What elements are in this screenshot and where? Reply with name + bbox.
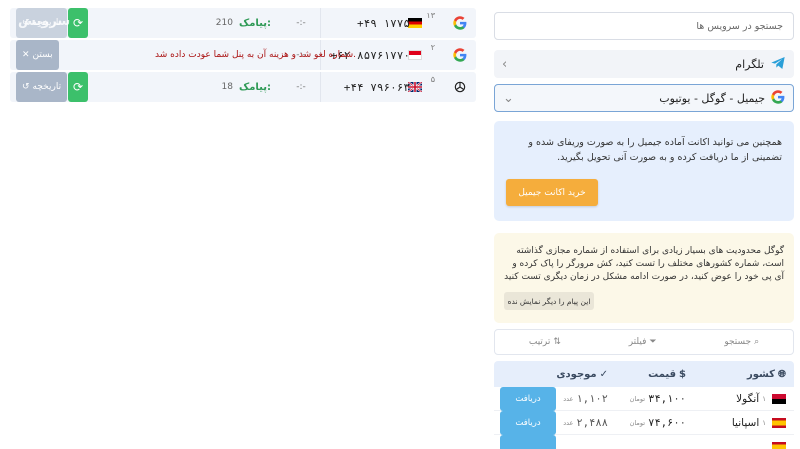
table-row: اسپانیا ۱ تومان ۷۴,۶۰۰ عدد ۲,۴۸۸ دریافت	[494, 411, 794, 435]
check-icon: ✓	[599, 368, 608, 380]
google-icon	[771, 89, 785, 107]
sms-code[interactable]: 210	[216, 18, 233, 28]
stock: عدد ۱,۱۰۲	[563, 393, 608, 405]
chevron-left-icon: ‹	[502, 56, 508, 72]
dollar-icon: $	[679, 368, 686, 380]
angola-flag-icon	[772, 387, 786, 411]
order-row: ۱۳ +۴۹ ۱۷۷۵ -:- 210 پیامک: ⟳ ↺ تاریخچه	[10, 8, 476, 38]
price: تومان ۳۴,۱۰۰	[629, 393, 686, 405]
price: تومان ۷۴,۶۰۰	[629, 417, 686, 429]
category-label: تلگرام	[735, 57, 764, 71]
cancel-notice: شماره لغو شد و هزینه آن به پنل شما عودت …	[155, 50, 356, 60]
table-row: آنگولا ۱ تومان ۳۴,۱۰۰ عدد ۱,۱۰۲ دریافت	[494, 387, 794, 411]
get-number-button[interactable]: دریافت	[500, 387, 556, 411]
filter-tool[interactable]: ⏷ فیلتر	[629, 337, 657, 347]
sort-tool[interactable]: ⇅ ترتیب	[529, 337, 561, 347]
history-button[interactable]: ↺ تاریخچه	[16, 72, 68, 102]
telegram-icon	[770, 55, 786, 74]
close-label: بستن	[32, 50, 53, 60]
germany-flag-icon	[408, 8, 436, 38]
get-number-button[interactable]	[500, 435, 556, 449]
spain-flag-icon	[772, 435, 786, 449]
column-country[interactable]: کشور 🌐︎	[747, 361, 786, 387]
promo-text: همچنین می توانید اکانت آماده جیمیل را به…	[528, 137, 782, 163]
table-header: کشور 🌐︎ قیمت $ موجودی ✓	[494, 361, 794, 387]
category-selector[interactable]: ‹ تلگرام	[494, 50, 794, 78]
refresh-button[interactable]: ⟳	[68, 72, 88, 102]
spain-flag-icon	[772, 411, 786, 435]
watermark: سرویس	[18, 14, 71, 29]
close-button[interactable]: ✕ بستن	[16, 40, 59, 70]
sms-label: پیامک:	[238, 81, 271, 93]
refresh-icon: ⟳	[72, 80, 84, 94]
dont-show-again-button[interactable]: این پیام را دیگر نمایش نده	[504, 292, 594, 310]
openai-icon	[452, 72, 468, 102]
sort-icon: ⇅	[553, 337, 561, 347]
get-number-button[interactable]: دریافت	[500, 411, 556, 435]
sms-status: 18 پیامک:	[121, 72, 271, 102]
refresh-icon: ⟳	[72, 16, 84, 30]
order-row: ۲ +۶۲ ۸۵۷۶۱۷۷۰ -:- شماره لغو شد و هزینه …	[10, 40, 476, 70]
order-row: ۵ +۴۴ ۷۹۶۰۶۳ -:- 18 پیامک: ⟳ ↺ تاریخچه	[10, 72, 476, 102]
orders-list: ۱۳ +۴۹ ۱۷۷۵ -:- 210 پیامک: ⟳ ↺ تاریخچه ۲…	[10, 8, 476, 104]
phone-number[interactable]: +۴۹ ۱۷۷۵	[310, 8, 410, 38]
filter-icon: ⏷	[649, 337, 657, 347]
uk-flag-icon	[408, 72, 436, 102]
google-icon	[452, 40, 468, 70]
buy-gmail-button[interactable]: خرید اکانت جیمیل	[506, 179, 598, 206]
search-tool[interactable]: ⌕ جستجو	[724, 337, 759, 347]
column-price[interactable]: قیمت $	[648, 361, 686, 387]
history-icon: ↺	[22, 82, 30, 92]
country-name: اسپانیا ۱	[731, 417, 766, 429]
gmail-account-promo: همچنین می توانید اکانت آماده جیمیل را به…	[494, 121, 794, 221]
column-stock[interactable]: موجودی ✓	[556, 361, 608, 387]
sms-code[interactable]: 18	[222, 82, 233, 92]
search-icon: ⌕	[754, 337, 760, 347]
timer: -:-	[296, 82, 306, 92]
sms-status: 210 پیامک:	[121, 8, 271, 38]
service-dropdown[interactable]: ⌄ جیمیل - گوگل - یوتیوب	[494, 84, 794, 112]
chevron-down-icon: ⌄	[503, 90, 514, 106]
table-toolbar: ⌕ جستجو ⏷ فیلتر ⇅ ترتیب	[494, 329, 794, 355]
service-label: جیمیل - گوگل - یوتیوب	[659, 91, 765, 105]
sms-label: پیامک:	[238, 17, 271, 29]
table-row	[494, 435, 794, 449]
search-input[interactable]	[495, 20, 783, 32]
warning-text: گوگل محدودیت های بسیار زیادی برای استفاد…	[504, 246, 784, 282]
stock: عدد ۲,۴۸۸	[563, 417, 608, 429]
globe-icon: 🌐︎	[778, 368, 786, 380]
country-name: آنگولا ۱	[736, 393, 766, 405]
phone-number[interactable]: +۴۴ ۷۹۶۰۶۳	[310, 72, 410, 102]
google-warning: گوگل محدودیت های بسیار زیادی برای استفاد…	[494, 233, 794, 323]
google-icon	[452, 8, 468, 38]
indonesia-flag-icon	[408, 40, 436, 70]
search-box[interactable]	[494, 12, 794, 40]
timer: -:-	[296, 18, 306, 28]
history-label: تاریخچه	[32, 82, 62, 92]
refresh-button[interactable]: ⟳	[68, 8, 88, 38]
close-icon: ✕	[22, 50, 30, 60]
service-panel: ‹ تلگرام ⌄ جیمیل - گوگل - یوتیوب همچنین …	[494, 12, 794, 449]
